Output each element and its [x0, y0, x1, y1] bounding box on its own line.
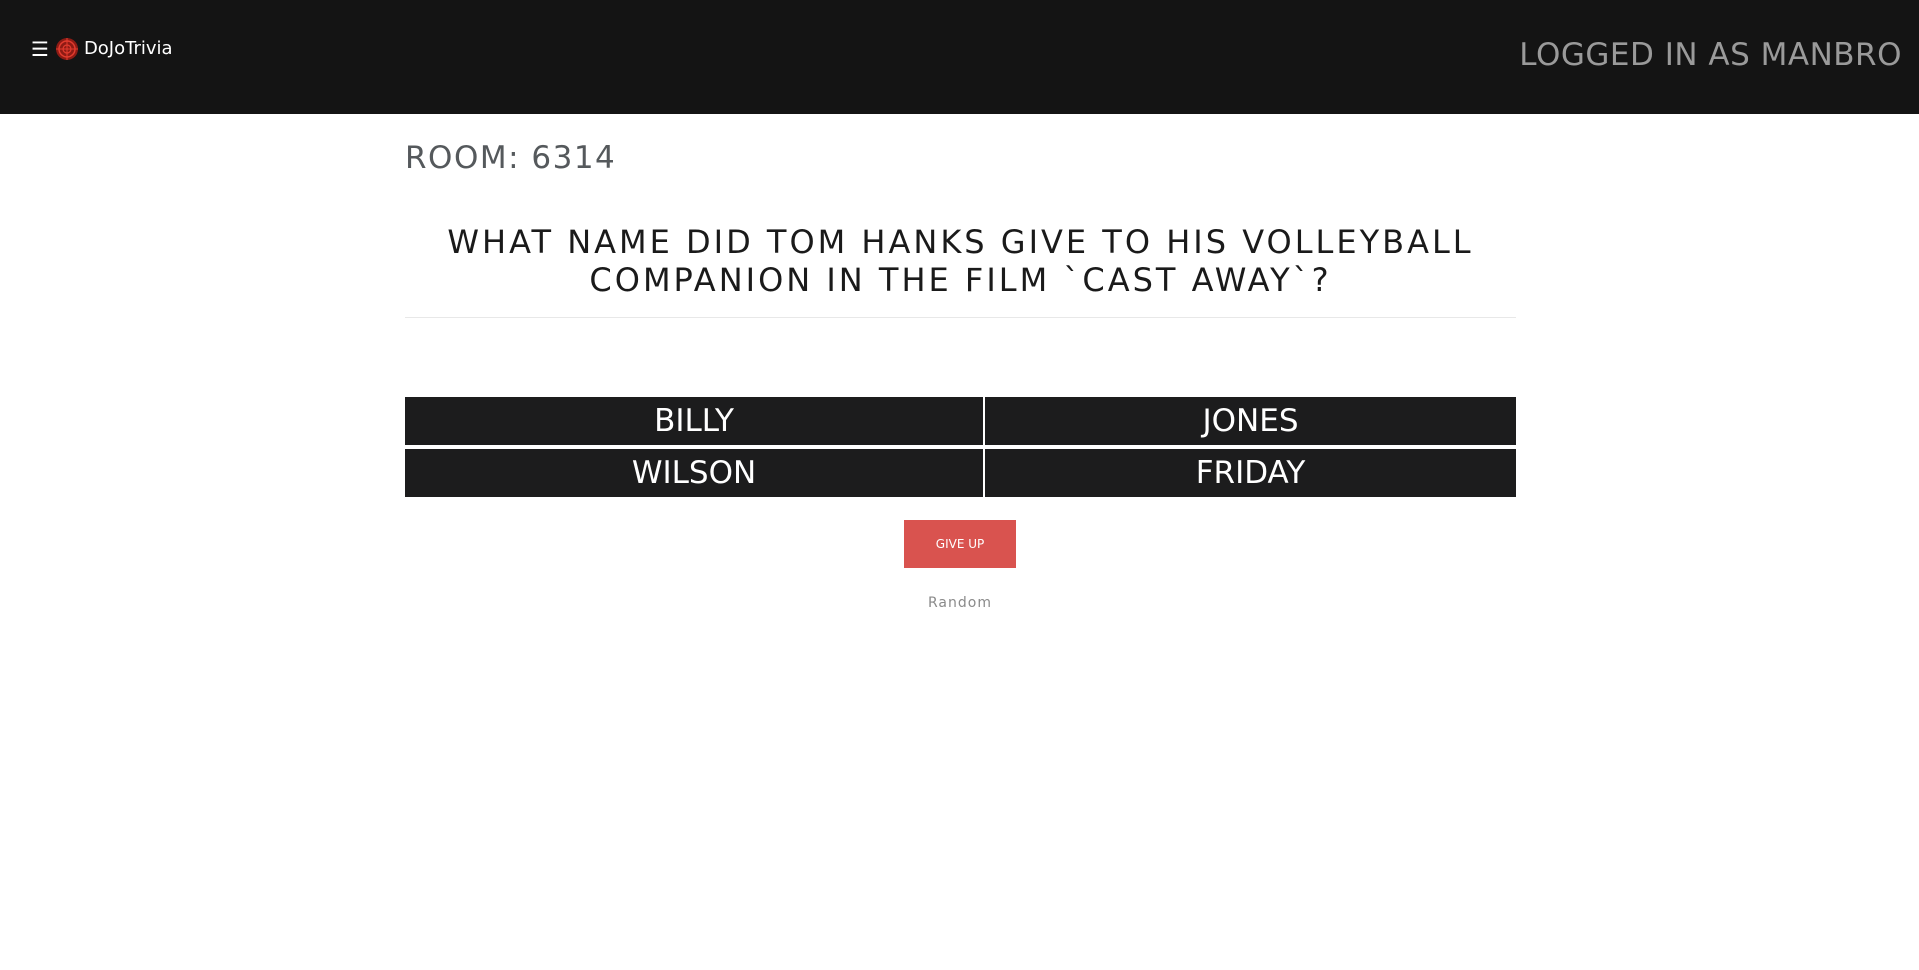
hamburger-menu-icon[interactable]: ☰: [31, 36, 49, 62]
room-number: ROOM: 6314: [405, 140, 617, 176]
category-label: Random: [928, 595, 992, 611]
answer-button-jones[interactable]: JONES: [985, 397, 1516, 445]
answer-button-wilson[interactable]: WILSON: [405, 449, 983, 497]
dojo-logo-icon[interactable]: [55, 37, 79, 61]
brand: ☰ DoJoTrivia: [31, 36, 173, 62]
answer-grid: BILLY JONES WILSON FRIDAY: [405, 397, 1516, 498]
give-up-button[interactable]: GIVE UP: [904, 520, 1016, 568]
logged-in-status: LOGGED IN AS MANBRO: [1519, 37, 1902, 73]
divider: [405, 317, 1516, 318]
answer-button-billy[interactable]: BILLY: [405, 397, 983, 445]
question-text: WHAT NAME DID TOM HANKS GIVE TO HIS VOLL…: [447, 223, 1474, 299]
answer-button-friday[interactable]: FRIDAY: [985, 449, 1516, 497]
top-navbar: ☰ DoJoTrivia LOGGED IN AS MANBRO: [0, 0, 1919, 114]
brand-name-link[interactable]: DoJoTrivia: [84, 36, 173, 62]
